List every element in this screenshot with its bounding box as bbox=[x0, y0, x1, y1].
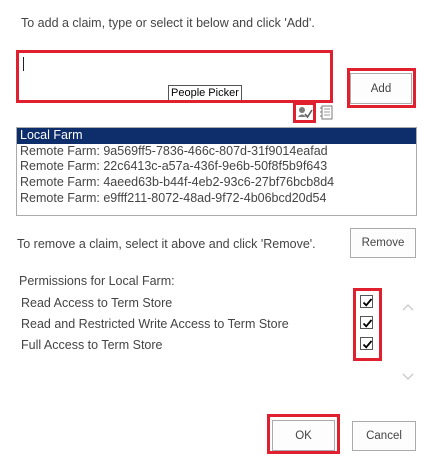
scroll-up-icon[interactable] bbox=[401, 300, 415, 311]
list-item-remote-farm[interactable]: Remote Farm: 9a569ff5-7836-466c-807d-31f… bbox=[17, 144, 416, 160]
cancel-button[interactable]: Cancel bbox=[352, 421, 416, 451]
permission-label-read-restricted-write: Read and Restricted Write Access to Term… bbox=[21, 317, 289, 331]
permissions-title: Permissions for Local Farm: bbox=[19, 274, 175, 288]
remove-button[interactable]: Remove bbox=[350, 228, 416, 258]
scroll-down-icon[interactable] bbox=[401, 368, 415, 380]
farm-list[interactable]: Local Farm Remote Farm: 9a569ff5-7836-46… bbox=[16, 127, 417, 216]
highlight-ok-button bbox=[267, 414, 340, 454]
remove-instruction: To remove a claim, select it above and c… bbox=[17, 237, 316, 251]
browse-address-book-icon[interactable] bbox=[319, 105, 334, 120]
permission-label-full: Full Access to Term Store bbox=[21, 338, 163, 352]
list-item-remote-farm[interactable]: Remote Farm: e9fff211-8072-48ad-9f72-4b0… bbox=[17, 191, 416, 207]
highlight-add-button bbox=[347, 68, 416, 108]
check-names-icon[interactable] bbox=[297, 105, 313, 120]
add-instruction: To add a claim, type or select it below … bbox=[21, 16, 315, 30]
list-item-remote-farm[interactable]: Remote Farm: 22c6413c-a57a-436f-9e6b-50f… bbox=[17, 159, 416, 175]
list-item-remote-farm[interactable]: Remote Farm: 4aeed63b-b44f-4eb2-93c6-27b… bbox=[17, 175, 416, 191]
highlight-checkboxes bbox=[353, 288, 382, 361]
highlight-people-picker bbox=[16, 50, 333, 103]
list-item-local-farm[interactable]: Local Farm bbox=[17, 128, 416, 144]
permission-label-read: Read Access to Term Store bbox=[21, 296, 173, 310]
